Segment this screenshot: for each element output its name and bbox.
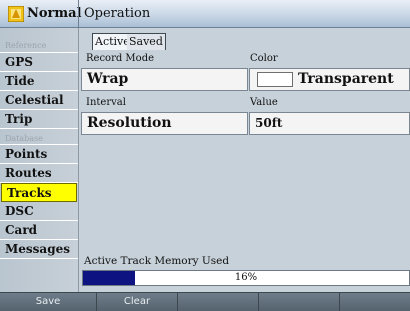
softkey-3[interactable] <box>178 293 259 311</box>
mode-icon[interactable] <box>8 6 24 22</box>
page-title: Operation <box>84 6 151 21</box>
color-field[interactable]: Transparent <box>249 68 410 91</box>
track-memory-percent: 16% <box>234 272 258 283</box>
clear-button[interactable]: Clear <box>97 293 178 311</box>
sidebar-item-gps[interactable]: GPS <box>0 53 78 72</box>
softkey-bar: Save Clear <box>0 292 410 311</box>
softkey-5[interactable] <box>340 293 410 311</box>
sidebar-item-celestial[interactable]: Celestial <box>0 91 78 110</box>
sidebar-item-tide[interactable]: Tide <box>0 72 78 91</box>
sidebar-heading-reference: Reference <box>0 36 78 53</box>
softkey-4[interactable] <box>259 293 340 311</box>
sidebar-item-dsc[interactable]: DSC <box>0 202 78 221</box>
sidebar-heading-database: Database <box>0 129 78 145</box>
interval-label: Interval <box>86 97 126 108</box>
value-field[interactable]: 50ft <box>249 112 410 135</box>
sidebar-item-routes[interactable]: Routes <box>0 164 78 183</box>
sidebar-item-card[interactable]: Card <box>0 221 78 240</box>
value-value: 50ft <box>255 116 283 130</box>
interval-value: Resolution <box>87 115 172 131</box>
interval-field[interactable]: Resolution <box>81 112 248 135</box>
sidebar-item-messages[interactable]: Messages <box>0 240 78 259</box>
sidebar-item-trip[interactable]: Trip <box>0 110 78 129</box>
record-mode-label: Record Mode <box>86 53 155 64</box>
record-mode-value: Wrap <box>87 71 129 87</box>
title-divider <box>78 0 79 28</box>
sidebar: Reference GPS Tide Celestial Trip Databa… <box>0 28 79 292</box>
title-bar: Normal Operation <box>0 0 410 28</box>
tab-saved[interactable]: Saved <box>127 33 166 50</box>
sidebar-item-points[interactable]: Points <box>0 145 78 164</box>
sidebar-item-tracks[interactable]: Tracks <box>1 183 77 202</box>
mode-label[interactable]: Normal <box>27 6 82 21</box>
track-memory-progress: 16% <box>82 270 410 286</box>
color-swatch <box>257 72 293 87</box>
color-value: Transparent <box>298 71 394 87</box>
color-label: Color <box>250 53 278 64</box>
save-button[interactable]: Save <box>0 293 97 311</box>
value-label: Value <box>250 97 278 108</box>
track-memory-label: Active Track Memory Used <box>84 255 230 267</box>
record-mode-field[interactable]: Wrap <box>81 68 248 91</box>
tracks-panel: Active Saved Record Mode Wrap Color Tran… <box>80 28 410 292</box>
